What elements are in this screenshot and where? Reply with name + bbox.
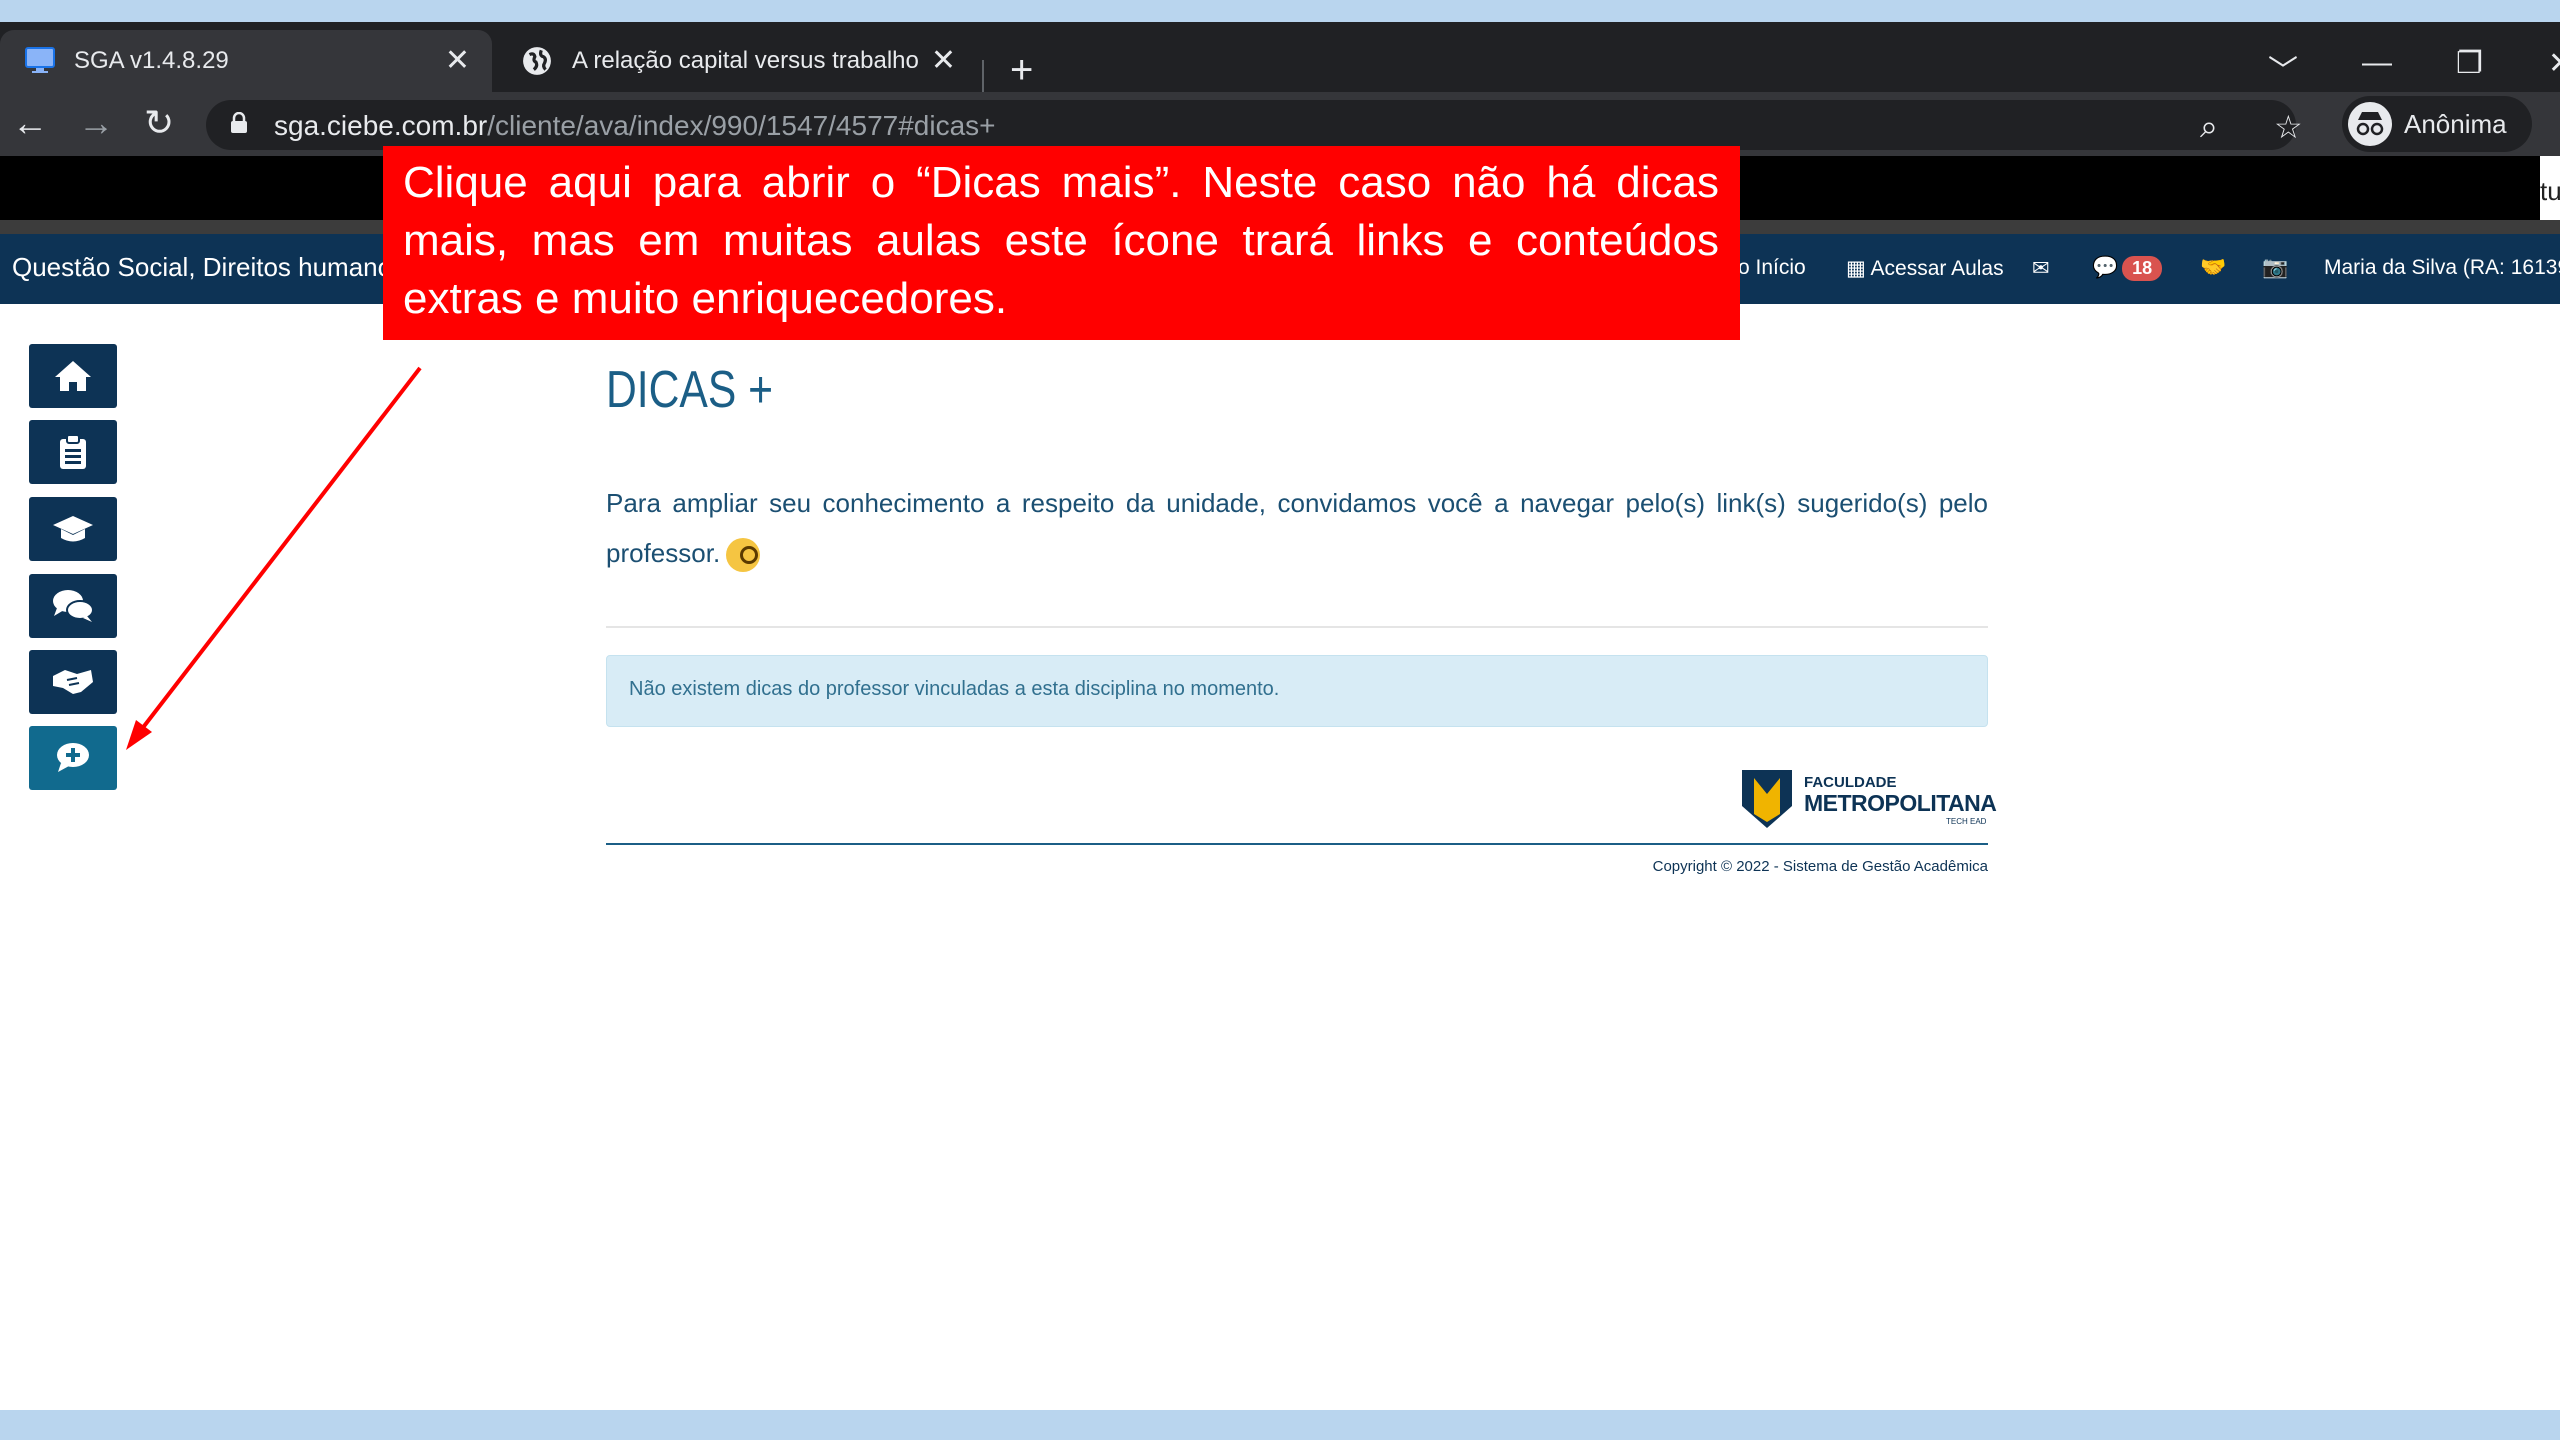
envelope-icon[interactable]: ✉ [2032, 256, 2050, 281]
minimize-icon[interactable]: — [2362, 46, 2392, 80]
logo-line3: TECH EAD [1946, 817, 1987, 826]
graduation-cap-icon [53, 516, 93, 542]
globe-icon [523, 47, 551, 75]
sidebar-clipboard-button[interactable] [29, 420, 117, 484]
clipboard-icon [60, 434, 86, 469]
logo-line1: FACULDADE [1804, 774, 1897, 791]
sidebar-courses-button[interactable] [29, 497, 117, 561]
logo-shield-icon [1742, 770, 1792, 828]
handshake-icon [53, 670, 93, 694]
comments-icon [53, 590, 94, 622]
nav-access-lessons[interactable]: ▦ Acessar Aulas [1846, 256, 2004, 281]
url-text: sga.ciebe.com.br/cliente/ava/index/990/1… [274, 110, 996, 141]
sidebar-dicas-plus-button[interactable] [29, 726, 117, 790]
faculdade-logo: FACULDADE METROPOLITANA TECH EAD [1740, 764, 1997, 834]
nav-access-label: Acessar Aulas [1870, 257, 2004, 280]
cutoff-text: tu [2540, 176, 2560, 206]
back-icon[interactable]: ← [12, 102, 48, 144]
user-name[interactable]: Maria da Silva (RA: 161394 [2324, 256, 2560, 280]
chat-badge: 18 [2122, 256, 2163, 281]
intro-text: Para ampliar seu conhecimento a respeito… [606, 488, 1988, 568]
info-alert: Não existem dicas do professor vinculada… [606, 655, 1988, 727]
page-title: DICAS + [606, 361, 774, 419]
tab-search-icon[interactable]: ﹀ [2268, 46, 2298, 90]
tab-title: SGA v1.4.8.29 [74, 47, 229, 74]
profile-label: Anônima [2404, 109, 2507, 139]
slide-frame-bottom [0, 1410, 2560, 1440]
chat-notifications[interactable]: 💬 18 [2092, 256, 2163, 281]
bookmark-star-icon[interactable]: ☆ [2274, 108, 2303, 146]
incognito-icon [2348, 102, 2392, 146]
comment-plus-icon [57, 743, 89, 772]
sidebar-handshake-button[interactable] [29, 650, 117, 714]
handshake-icon[interactable]: 🤝 [2200, 256, 2226, 280]
close-window-icon[interactable]: ✕ [2548, 46, 2560, 81]
camera-icon[interactable]: 📷 [2262, 256, 2288, 280]
alert-text: Não existem dicas do professor vinculada… [629, 678, 1280, 700]
close-tab-icon[interactable]: ✕ [931, 43, 956, 78]
course-title[interactable]: Questão Social, Direitos humanos [12, 252, 405, 283]
new-tab-icon[interactable]: + [1010, 48, 1033, 93]
zoom-icon[interactable]: ⌕ [2200, 108, 2218, 146]
annotation-callout: Clique aqui para abrir o “Dicas mais”. N… [383, 146, 1740, 340]
sidebar-chat-button[interactable] [29, 574, 117, 638]
copyright-text: Copyright © 2022 - Sistema de Gestão Aca… [1652, 858, 1988, 875]
slide-frame-top [0, 0, 2560, 22]
home-icon [55, 361, 91, 391]
reload-icon[interactable]: ↻ [144, 102, 174, 144]
comments-icon: 💬 [2092, 256, 2119, 279]
tab-capital-trabalho[interactable]: A relação capital versus trabalho ✕ [498, 30, 978, 92]
browser-tab-strip: SGA v1.4.8.29 ✕ A relação capital versus… [0, 22, 2560, 98]
sidebar-home-button[interactable] [29, 344, 117, 408]
logo-line2: METROPOLITANA [1804, 790, 1997, 816]
monocle-face-icon [726, 538, 761, 573]
close-tab-icon[interactable]: ✕ [445, 43, 470, 78]
tab-sga[interactable]: SGA v1.4.8.29 ✕ [0, 30, 492, 92]
lock-icon [231, 112, 247, 133]
footer-divider [606, 843, 1988, 845]
forward-icon[interactable]: → [78, 102, 114, 144]
nav-home-link[interactable]: o Início [1738, 256, 1806, 280]
grid-icon: ▦ [1846, 257, 1871, 280]
tab-title: A relação capital versus trabalho [572, 47, 919, 74]
restore-icon[interactable]: ❐ [2456, 46, 2483, 81]
content-divider [606, 626, 1988, 628]
annotation-text: Clique aqui para abrir o “Dicas mais”. N… [403, 158, 1719, 323]
monitor-icon [25, 47, 55, 73]
incognito-profile-button[interactable]: Anônima [2342, 96, 2532, 152]
address-bar[interactable]: sga.ciebe.com.br/cliente/ava/index/990/1… [206, 100, 2303, 150]
intro-paragraph: Para ampliar seu conhecimento a respeito… [606, 478, 1988, 578]
